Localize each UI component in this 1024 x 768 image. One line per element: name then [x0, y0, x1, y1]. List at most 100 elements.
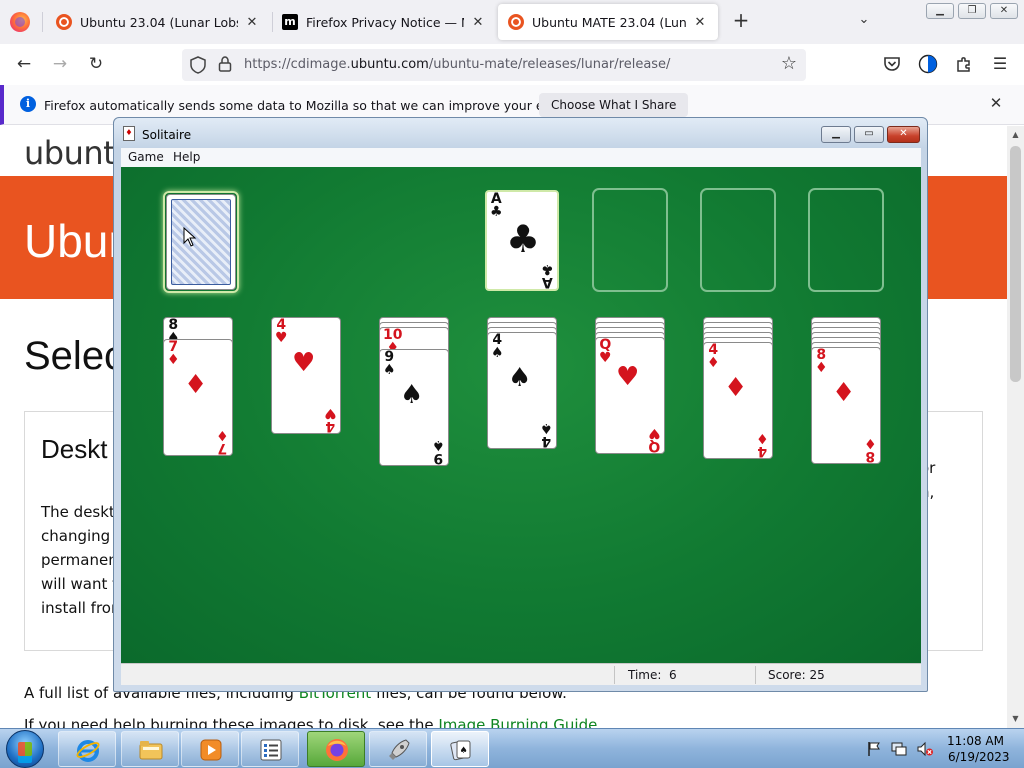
choose-what-i-share-button[interactable]: Choose What I Share	[539, 93, 689, 117]
window-title: Solitaire	[142, 128, 192, 142]
foundation-slot-empty[interactable]	[592, 188, 668, 292]
card-title: Deskt	[41, 434, 108, 464]
card-corner: 4 ♥	[275, 317, 288, 346]
tab-ubuntu-2304[interactable]: Ubuntu 23.04 (Lunar Lobster) ✕	[46, 0, 270, 44]
image-burning-guide-link[interactable]: Image Burning Guide	[438, 716, 597, 728]
close-tab-icon[interactable]: ✕	[692, 15, 708, 30]
card-corner: A ♣	[541, 261, 554, 290]
volume-muted-icon[interactable]	[916, 741, 934, 757]
card-corner: 7 ♦	[216, 427, 229, 456]
tab-title: Ubuntu MATE 23.04 (Lunar Lob	[532, 14, 686, 30]
tab-separator	[42, 12, 43, 32]
restore-button[interactable]: ❐	[958, 3, 986, 19]
suit-icon: ♠	[400, 380, 424, 410]
tableau-card[interactable]: Q ♥ ♥ Q ♥	[595, 337, 665, 454]
menu-hamburger-icon[interactable]: ☰	[988, 52, 1012, 76]
taskbar-task-list[interactable]	[241, 731, 299, 767]
card-corner: Q ♥	[599, 337, 612, 366]
svg-text:♠: ♠	[459, 746, 467, 756]
suit-icon: ♦	[184, 370, 208, 400]
card-corner: 9 ♠	[432, 437, 445, 466]
taskbar-solitaire[interactable]: ♠	[431, 731, 489, 767]
suit-icon: ♦	[724, 373, 748, 403]
card-corner: 4 ♦	[707, 342, 720, 371]
rocket-icon	[389, 739, 410, 760]
tab-title: Ubuntu 23.04 (Lunar Lobster)	[80, 14, 238, 30]
lock-icon[interactable]	[218, 56, 232, 72]
clock-date[interactable]: 6/19/2023	[948, 750, 1010, 764]
mouse-cursor-icon	[183, 227, 197, 247]
pocket-icon[interactable]	[882, 54, 902, 74]
solitaire-window: ♦ Solitaire ▁ ▭ ✕ Game Help A ♣ ♣ A ♣ 8 ♠ 7 ♦…	[113, 117, 928, 692]
close-tab-icon[interactable]: ✕	[244, 15, 260, 30]
menu-help[interactable]: Help	[173, 150, 200, 164]
notification-text: Firefox automatically sends some data to…	[44, 98, 610, 113]
taskbar-rocket-app[interactable]	[369, 731, 427, 767]
tab-firefox-privacy[interactable]: m Firefox Privacy Notice — Mozill ✕	[272, 0, 496, 44]
new-tab-button[interactable]: +	[730, 10, 752, 32]
card-corner: 4 ♦	[756, 430, 769, 459]
scroll-down-arrow-icon[interactable]: ▼	[1007, 712, 1024, 726]
time-value: 6	[669, 668, 677, 682]
checklist-icon	[260, 739, 282, 761]
taskbar-firefox[interactable]	[307, 731, 365, 767]
score-label: Score: 25	[768, 668, 825, 682]
tableau-card[interactable]: 7 ♦ ♦ 7 ♦	[163, 339, 233, 456]
action-center-flag-icon[interactable]	[866, 741, 882, 757]
menu-game[interactable]: Game	[128, 150, 164, 164]
foundation-slot-empty[interactable]	[808, 188, 884, 292]
bookmark-star-icon[interactable]: ☆	[778, 53, 800, 75]
taskbar-internet-explorer[interactable]	[58, 731, 116, 767]
clock-time[interactable]: 11:08 AM	[947, 734, 1004, 748]
card-corner: 7 ♦	[167, 339, 180, 368]
forward-arrow-icon[interactable]: →	[48, 52, 72, 76]
url-text[interactable]: https://cdimage.ubuntu.com/ubuntu-mate/r…	[244, 57, 670, 72]
tableau-card[interactable]: 9 ♠ ♠ 9 ♠	[379, 349, 449, 466]
page-scrollbar[interactable]: ▲ ▼	[1007, 126, 1024, 728]
solitaire-menubar: Game Help	[121, 148, 921, 167]
time-label: Time:	[628, 668, 662, 682]
solitaire-maximize-button[interactable]: ▭	[854, 126, 884, 143]
firefox-logo-icon[interactable]	[10, 12, 30, 32]
start-button[interactable]	[6, 730, 44, 768]
suit-icon: ♦	[832, 378, 856, 408]
tableau-card[interactable]: 8 ♦ ♦ 8 ♦	[811, 347, 881, 464]
close-notification-icon[interactable]: ✕	[986, 94, 1006, 114]
tab-ubuntu-mate[interactable]: Ubuntu MATE 23.04 (Lunar Lob ✕	[498, 4, 718, 40]
url-bar[interactable]: https://cdimage.ubuntu.com/ubuntu-mate/r…	[182, 49, 806, 81]
mozilla-icon: m	[282, 14, 298, 30]
solitaire-minimize-button[interactable]: ▁	[821, 126, 851, 143]
ubuntu-icon	[56, 14, 72, 30]
card-corner: 4 ♠	[491, 332, 504, 361]
burning-help-paragraph: If you need help burning these images to…	[24, 716, 602, 728]
network-icon[interactable]	[890, 741, 908, 757]
tableau-card[interactable]: 4 ♥ ♥ 4 ♥	[271, 317, 341, 434]
list-all-tabs-chevron-icon[interactable]: ⌄	[854, 12, 874, 32]
club-suit-icon: ♣	[506, 217, 541, 261]
solitaire-close-button[interactable]: ✕	[887, 126, 920, 143]
account-icon[interactable]	[918, 54, 938, 74]
back-arrow-icon[interactable]: ←	[12, 52, 36, 76]
scroll-up-arrow-icon[interactable]: ▲	[1007, 128, 1024, 142]
minimize-button[interactable]: ▁	[926, 3, 954, 19]
stock-pile[interactable]	[163, 191, 239, 293]
tracking-shield-icon[interactable]	[190, 56, 206, 74]
scroll-thumb[interactable]	[1010, 146, 1021, 382]
taskbar-file-explorer[interactable]	[121, 731, 179, 767]
taskbar-media-player[interactable]	[181, 731, 239, 767]
card-corner: 4 ♥	[324, 405, 337, 434]
close-tab-icon[interactable]: ✕	[470, 15, 486, 30]
tableau-card[interactable]: 4 ♠ ♠ 4 ♠	[487, 332, 557, 449]
folder-icon	[139, 741, 163, 760]
system-tray: 11:08 AM 6/19/2023	[860, 729, 1024, 768]
reload-icon[interactable]: ↻	[84, 52, 108, 76]
solitaire-app-icon: ♦	[123, 126, 135, 141]
foundation-card-ace-clubs[interactable]: A ♣ ♣ A ♣	[485, 190, 559, 291]
tableau-card[interactable]: 4 ♦ ♦ 4 ♦	[703, 342, 773, 459]
foundation-slot-empty[interactable]	[700, 188, 776, 292]
close-window-button[interactable]: ✕	[990, 3, 1018, 19]
card-back[interactable]	[166, 194, 236, 290]
suit-icon: ♥	[616, 362, 640, 392]
extensions-icon[interactable]	[954, 54, 974, 74]
suit-icon: ♥	[292, 348, 316, 378]
